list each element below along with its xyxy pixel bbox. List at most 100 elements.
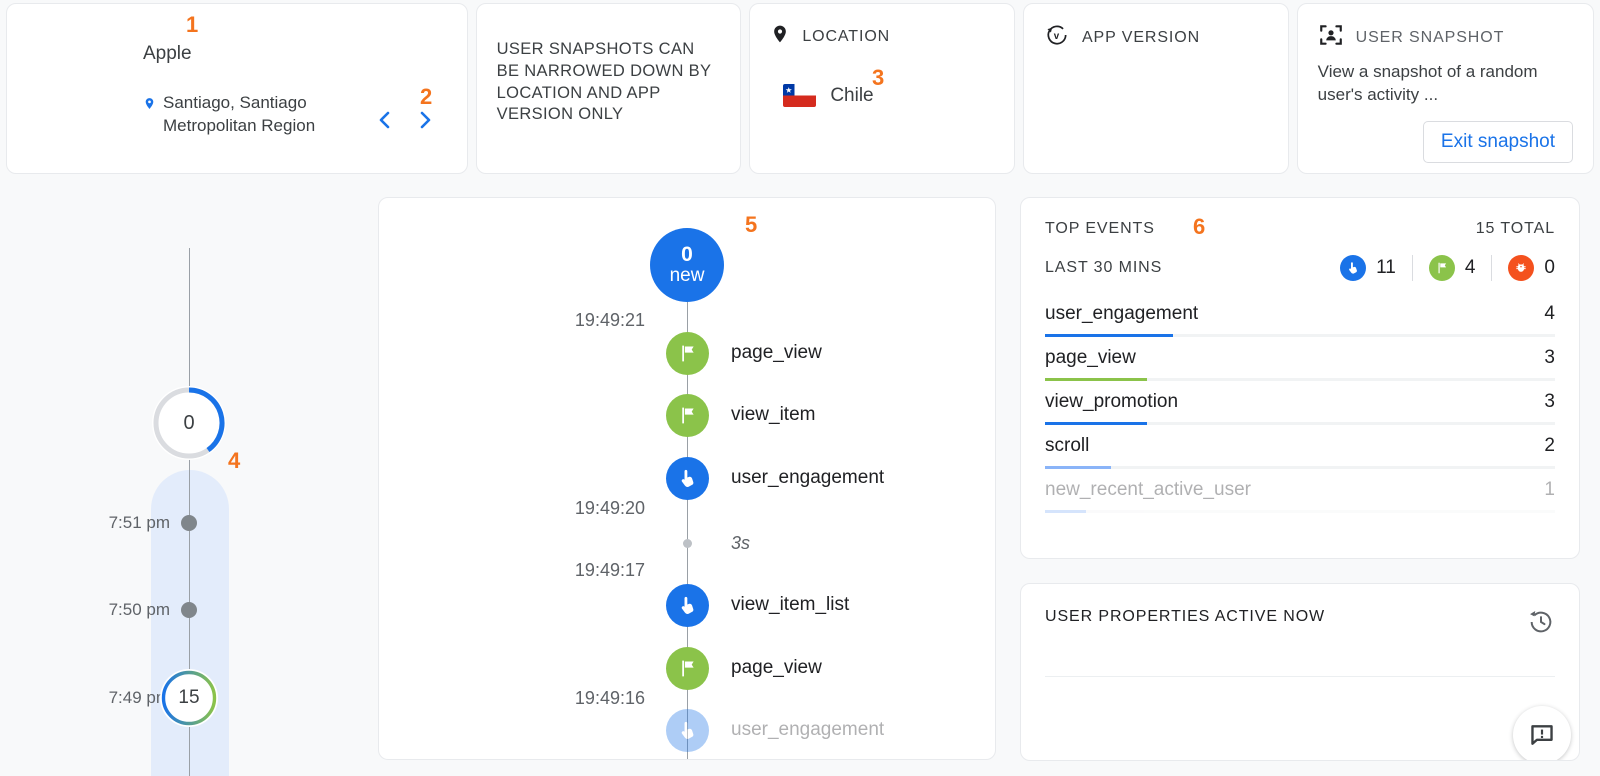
top-event-bar-track [1045,466,1555,469]
location-pin-icon [143,95,156,138]
top-event-bar-fill [1045,466,1112,469]
minute-tick-label: 7:50 pm [108,600,170,619]
device-location: Santiago, Santiago Metropolitan Region [143,92,383,138]
top-event-row-labels: user_engagement 4 [1045,303,1555,334]
history-icon[interactable] [1527,608,1555,641]
event-stream-inner: 0 new 19:49:21 page_view view_item user_… [379,198,995,759]
event-stream-card: 0 new 19:49:21 page_view view_item user_… [378,197,996,760]
top-event-row[interactable]: view_promotion 3 [1045,391,1555,425]
new-events-count: 0 [681,243,693,266]
svg-text:v: v [1054,31,1060,42]
stream-gap-dot [683,538,692,548]
top-event-bar-fill [1045,378,1147,381]
top-event-value: 3 [1544,391,1555,412]
active-users-donut[interactable]: 0 [152,386,226,460]
device-location-text: Santiago, Santiago Metropolitan Region [163,93,316,135]
user-snapshot-description: View a snapshot of a random user's activ… [1317,62,1538,104]
selected-minute-count-ring[interactable]: 15 [160,669,218,727]
stream-event-name: view_item [731,404,816,425]
stream-event-row[interactable]: view_item [379,393,995,437]
app-version-card[interactable]: v APP VERSION [1022,3,1289,174]
user-properties-header: USER PROPERTIES ACTIVE NOW [1045,608,1555,641]
top-event-bar-track [1045,422,1555,425]
user-device-card: Apple Santiago, Santiago Metropolitan Re… [6,3,468,174]
top-events-bar-list: user_engagement 4 page_view 3 view_promo… [1045,303,1555,513]
annotation-badge-4: 4 [228,448,241,473]
top-events-title: TOP EVENTS [1045,220,1155,237]
selected-minute-count-value: 15 [178,687,200,708]
exit-snapshot-button[interactable]: Exit snapshot [1422,121,1573,164]
top-event-value: 3 [1544,347,1555,368]
location-card-header: LOCATION [770,22,994,51]
stat-page-view[interactable]: 4 [1411,255,1492,281]
app-version-icon: v [1044,22,1070,53]
stream-event-row[interactable]: page_view [379,331,995,375]
previous-user-button[interactable] [373,104,397,141]
bug-icon [1508,255,1535,281]
top-event-row-labels: page_view 3 [1045,347,1555,378]
stream-timestamp: 19:49:16 [574,687,645,708]
flag-icon [666,393,709,437]
face-scan-icon [1318,22,1344,53]
minute-tick[interactable]: 7:51 pm [0,512,230,534]
stat-value: 4 [1464,257,1476,278]
top-event-row[interactable]: scroll 2 [1045,435,1555,469]
top-events-total: 15 TOTAL [1475,220,1555,237]
minute-tick[interactable]: 7:50 pm [0,599,230,621]
stat-errors[interactable]: 0 [1491,255,1555,281]
minute-tick-label: 7:49 pm [108,688,170,707]
top-event-bar-track [1045,334,1555,337]
tap-icon [666,583,709,627]
stream-timestamp: 19:49:20 [574,497,645,518]
top-event-row[interactable]: new_recent_active_user 1 [1045,479,1555,513]
user-snapshot-card-header: USER SNAPSHOT [1318,22,1573,53]
top-events-card: TOP EVENTS 15 TOTAL LAST 30 MINS 11 4 0 … [1020,197,1580,559]
flag-icon [666,331,709,375]
tap-icon [1340,255,1367,281]
flag-icon [1428,255,1455,281]
top-event-bar-fill [1045,510,1086,513]
top-event-row-labels: scroll 2 [1045,435,1555,466]
tap-icon [666,708,709,752]
stream-event-name: page_view [731,342,822,363]
realtime-user-snapshot-page: Apple Santiago, Santiago Metropolitan Re… [0,0,1600,776]
stream-event-row[interactable]: view_item_list [379,583,995,627]
location-value: Chile [830,84,874,106]
top-event-row[interactable]: user_engagement 4 [1045,303,1555,337]
top-event-name: new_recent_active_user [1045,479,1251,500]
top-events-header: TOP EVENTS 15 TOTAL [1045,220,1555,238]
top-event-bar-fill [1045,334,1173,337]
minute-tick-dot [181,602,197,618]
annotation-badge-2: 2 [420,84,433,109]
top-events-subheader: LAST 30 MINS 11 4 0 [1045,255,1555,281]
top-event-name: page_view [1045,347,1136,368]
snapshot-hint-card: USER SNAPSHOTS CAN BE NARROWED DOWN BY L… [475,3,742,174]
new-events-label: new [669,265,705,287]
stream-event-name: view_item_list [731,594,850,615]
top-event-row[interactable]: page_view 3 [1045,347,1555,381]
stream-event-row[interactable]: user_engagement [379,708,995,752]
top-event-value: 1 [1544,479,1555,500]
stat-value: 0 [1544,257,1555,278]
send-feedback-button[interactable] [1513,706,1571,760]
location-card-title: LOCATION [802,27,891,45]
minute-tick-dot [181,515,197,531]
top-event-value: 2 [1544,435,1555,456]
annotation-badge-3: 3 [872,65,885,90]
stat-user-engagement[interactable]: 11 [1324,255,1412,281]
location-value-row: Chile [783,84,994,107]
top-event-row-labels: new_recent_active_user 1 [1045,479,1555,510]
snapshot-hint-text: USER SNAPSHOTS CAN BE NARROWED DOWN BY L… [496,40,712,124]
minute-timeline-rail: 0 7:51 pm 7:50 pm 7:49 pm 7:48 pm 7:47 p… [0,182,378,776]
user-properties-title: USER PROPERTIES ACTIVE NOW [1045,608,1326,625]
top-event-value: 4 [1544,303,1555,324]
stream-timestamp: 19:49:17 [574,559,645,580]
active-users-donut-value: 0 [183,411,195,434]
top-event-name: view_promotion [1045,391,1179,412]
top-event-name: scroll [1045,435,1090,456]
user-properties-card: USER PROPERTIES ACTIVE NOW [1020,583,1580,761]
new-events-bubble[interactable]: 0 new [650,228,724,302]
user-snapshot-card-title: USER SNAPSHOT [1355,28,1505,46]
stream-event-name: user_engagement [731,719,885,740]
top-event-bar-track [1045,378,1555,381]
